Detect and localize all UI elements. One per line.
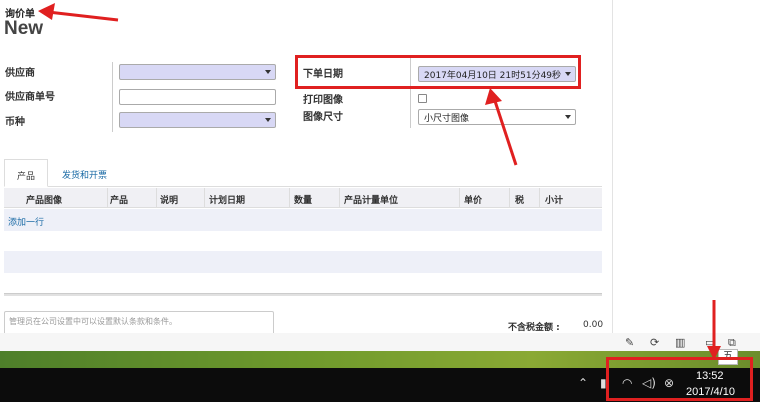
image-size-value: 小尺寸图像 [424,114,470,124]
column-separator [107,188,108,208]
image-size-select[interactable]: 小尺寸图像 [418,109,576,125]
column-separator [289,188,290,208]
untaxed-amount-label: 不含税金额 : [508,323,560,333]
order-date-label: 下单日期 [303,69,343,80]
vendor-ref-input[interactable] [119,89,276,105]
col-product[interactable]: 产品 [110,193,128,206]
volume-icon[interactable]: ◁) [642,376,656,390]
chevron-down-icon [265,70,271,74]
tab-products[interactable]: 产品 [4,159,49,187]
window-icon[interactable]: ▭ [705,336,715,349]
image-size-label: 图像尺寸 [303,112,343,123]
col-quantity[interactable]: 数量 [294,193,312,206]
currency-select[interactable] [119,112,276,128]
table-row [4,251,602,273]
order-date-input[interactable]: 2017年04月10日 21时51分49秒 [418,66,576,82]
chevron-up-icon[interactable]: ⌃ [578,376,588,390]
pin-icon[interactable]: ✎ [625,336,634,349]
side-panel [612,0,760,346]
chevron-down-icon [565,115,571,119]
form-area: 询价单 New 供应商 供应商单号 币种 下单日期 2017年04月10日 21… [0,0,612,346]
column-separator [339,188,340,208]
battery-icon[interactable]: ▮ [600,376,607,390]
currency-label: 币种 [5,117,25,128]
col-scheduled-date[interactable]: 计划日期 [209,193,245,206]
ime-indicator[interactable]: 五 [718,349,738,365]
vendor-select[interactable] [119,64,276,80]
copy-icon[interactable]: ⧉ [728,336,736,350]
page-title: New [4,18,44,39]
add-line-link[interactable]: 添加一行 [8,215,44,228]
chevron-down-icon [265,118,271,122]
tab-bar: 产品 发货和开票 [4,159,602,187]
column-separator [459,188,460,208]
column-separator [204,188,205,208]
bottom-toolbar [0,333,760,351]
vendor-label: 供应商 [5,68,35,79]
col-tax[interactable]: 税 [515,193,524,206]
table-row [4,231,602,251]
terms-notes-field[interactable]: 管理员在公司设置中可以设置默认条款和条件。 [4,311,274,335]
grid-footer [4,293,602,296]
col-description[interactable]: 说明 [160,193,178,206]
column-separator [539,188,540,208]
tab-shipping-invoicing[interactable]: 发货和开票 [50,159,119,187]
col-uom[interactable]: 产品计量单位 [344,193,398,206]
column-separator [509,188,510,208]
trash-icon[interactable]: ▥ [675,336,685,349]
column-separator [156,188,157,208]
divider [112,62,113,132]
divider [410,58,411,128]
col-product-image[interactable]: 产品图像 [26,193,62,206]
clock-time[interactable]: 13:52 [696,370,724,382]
print-image-checkbox[interactable] [418,94,427,103]
vendor-ref-label: 供应商单号 [5,92,55,103]
wifi-icon[interactable]: ◠ [622,376,632,390]
chevron-down-icon [565,72,571,76]
order-date-value: 2017年04月10日 21时51分49秒 [424,71,562,81]
col-unit-price[interactable]: 单价 [464,193,482,206]
table-row: 添加一行 [4,209,602,231]
col-subtotal[interactable]: 小计 [545,193,563,206]
print-image-label: 打印图像 [303,95,343,106]
untaxed-amount-value: 0.00 [583,320,604,330]
grid-header: 产品图像 产品 说明 计划日期 数量 产品计量单位 单价 税 小计 [4,188,602,208]
close-circle-icon[interactable]: ⊗ [664,376,674,390]
rotate-icon[interactable]: ⟳ [650,336,659,349]
clock-date[interactable]: 2017/4/10 [686,386,735,398]
